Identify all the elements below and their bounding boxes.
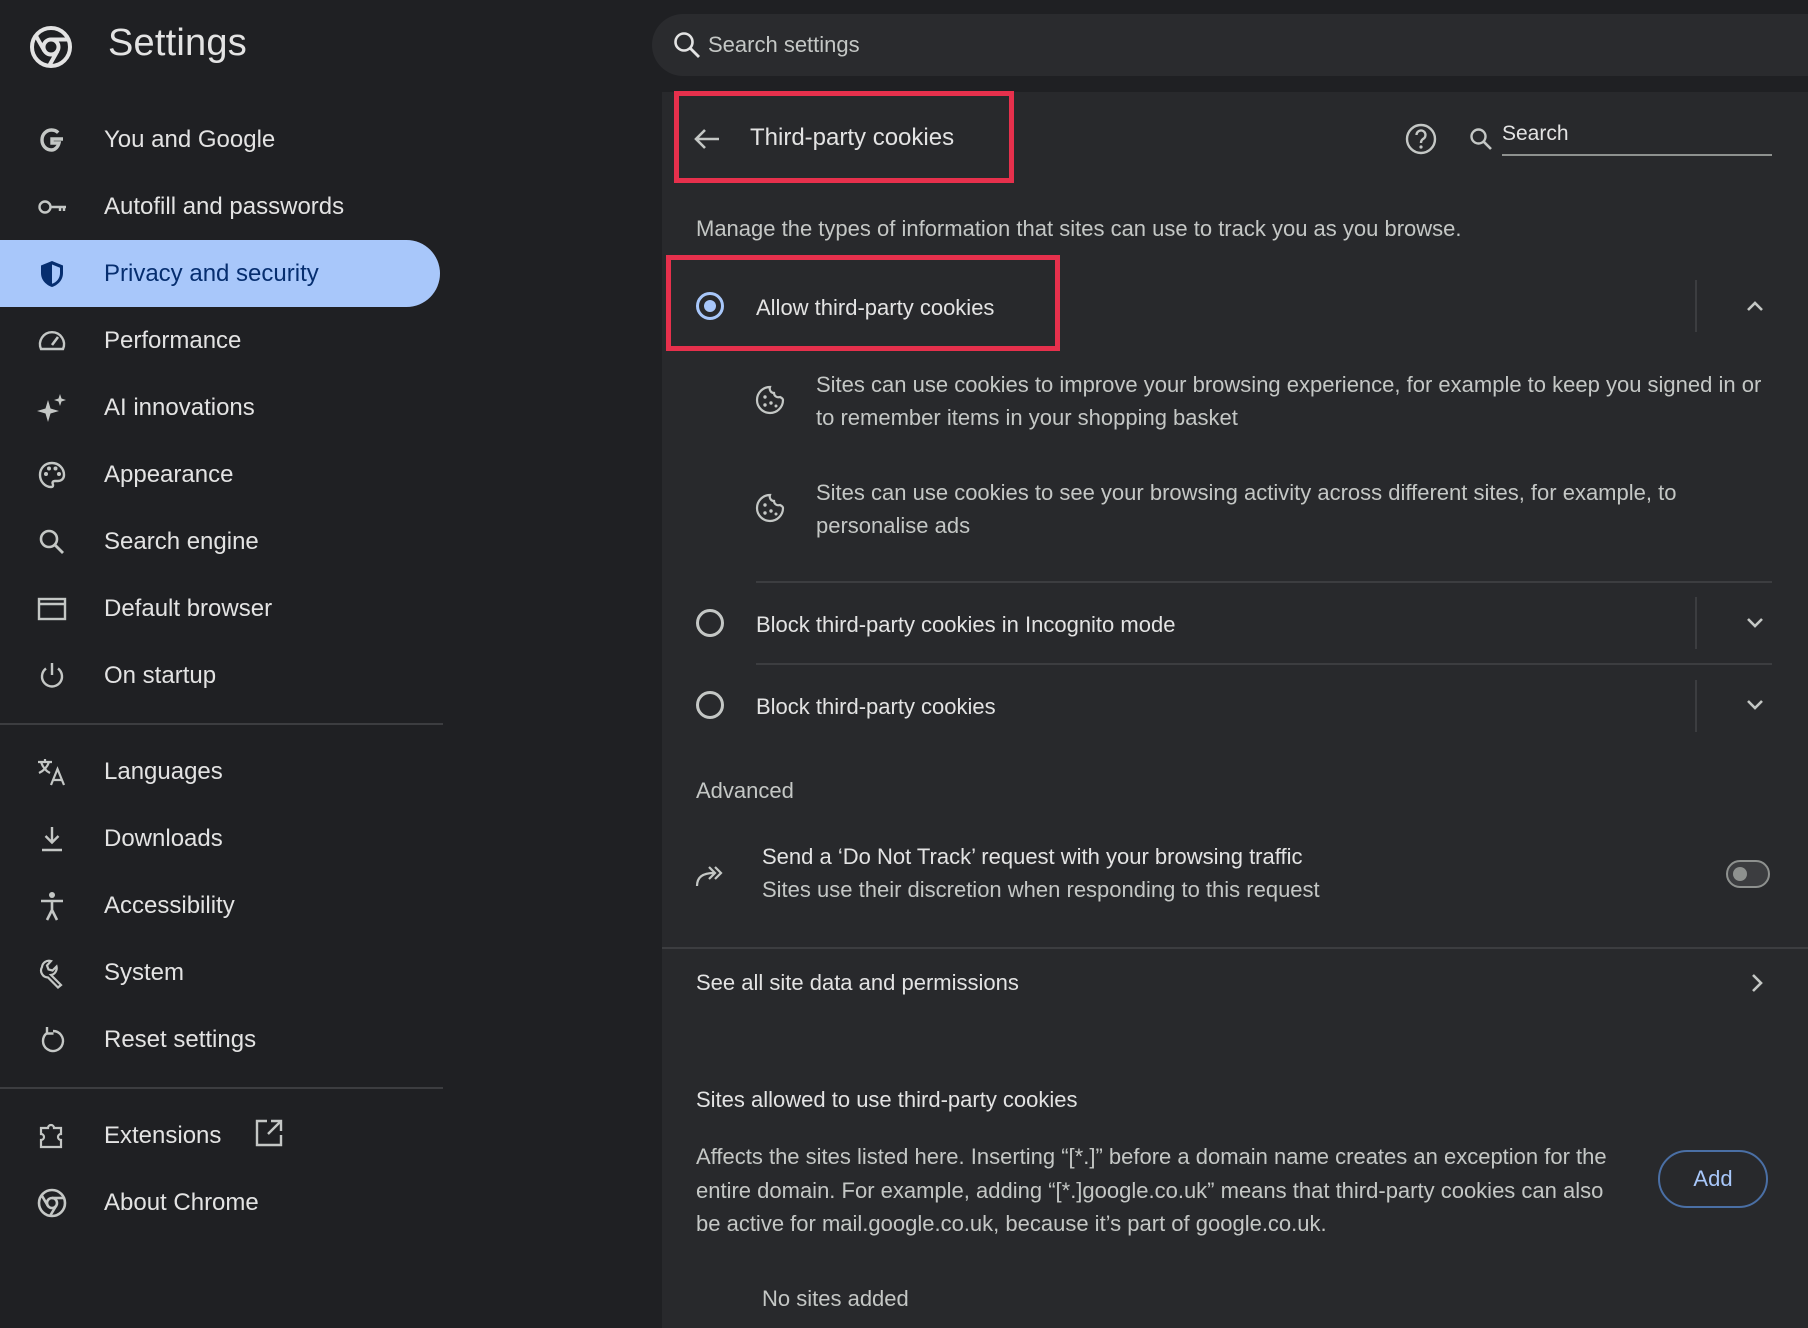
chevron-up-icon[interactable] <box>1742 293 1768 319</box>
chevron-down-icon[interactable] <box>1742 692 1768 718</box>
sidebar-item-accessibility[interactable]: Accessibility <box>0 872 440 939</box>
option-label[interactable]: Block third-party cookies <box>756 694 996 720</box>
sidebar-item-label: System <box>104 959 185 986</box>
see-all-site-data-row[interactable]: See all site data and permissions <box>662 944 1808 1024</box>
chevron-right-icon <box>1752 974 1763 992</box>
sidebar-item-label: Extensions <box>104 1122 222 1149</box>
search-icon <box>39 529 64 554</box>
search-icon <box>674 32 700 58</box>
sidebar-item-privacy[interactable]: Privacy and security <box>0 240 440 307</box>
power-icon <box>40 663 64 688</box>
accessibility-icon <box>41 892 63 921</box>
option-label[interactable]: Block third-party cookies in Incognito m… <box>756 612 1175 638</box>
sparkle-icon <box>37 394 66 422</box>
sidebar-item-system[interactable]: System <box>0 939 440 1006</box>
sidebar-item-you-and-google[interactable]: You and Google <box>0 106 440 173</box>
sidebar-item-ai-innovations[interactable]: AI innovations <box>0 374 440 441</box>
radio-block-incognito[interactable] <box>696 609 724 637</box>
sidebar-item-label: Accessibility <box>104 892 235 919</box>
sidebar-item-label: About Chrome <box>104 1189 259 1216</box>
help-icon[interactable] <box>1404 122 1438 156</box>
sidebar-item-label: Performance <box>104 327 242 354</box>
dnt-title: Send a ‘Do Not Track’ request with your … <box>762 844 1303 869</box>
puzzle-icon <box>39 1123 63 1149</box>
settings-search-bar[interactable] <box>652 14 1808 76</box>
browser-window-icon <box>37 597 67 621</box>
settings-panel: Third-party cookies Manage the types of … <box>662 91 1808 1328</box>
sidebar-item-about-chrome[interactable]: About Chrome <box>0 1169 440 1236</box>
radio-allow-third-party-cookies[interactable] <box>696 292 724 320</box>
chrome-logo-icon <box>30 26 72 68</box>
sidebar-item-label: Reset settings <box>104 1026 257 1053</box>
wrench-icon <box>39 959 63 989</box>
sidebar-item-label: On startup <box>104 662 217 689</box>
chevron-down-icon[interactable] <box>1742 610 1768 636</box>
divider <box>1695 597 1697 649</box>
advanced-heading: Advanced <box>696 778 794 803</box>
divider <box>756 581 1772 583</box>
sidebar-item-label: Default browser <box>104 595 273 622</box>
app-title: Settings <box>108 22 247 64</box>
sidebar-item-on-startup[interactable]: On startup <box>0 642 440 709</box>
page-title: Third-party cookies <box>750 124 955 151</box>
settings-search-input[interactable] <box>708 24 1708 66</box>
allowed-sites-heading: Sites allowed to use third-party cookies <box>696 1087 1078 1112</box>
sidebar-item-autofill[interactable]: Autofill and passwords <box>0 173 440 240</box>
reset-icon <box>41 1027 65 1053</box>
search-icon <box>1470 128 1492 150</box>
see-all-site-data-link[interactable]: See all site data and permissions <box>696 970 1019 996</box>
sidebar: You and Google Autofill and passwords Pr… <box>0 92 660 1328</box>
sidebar-item-label: Downloads <box>104 825 223 852</box>
download-icon <box>42 827 62 852</box>
sidebar-item-performance[interactable]: Performance <box>0 307 440 374</box>
sidebar-item-label: You and Google <box>104 126 276 153</box>
sidebar-item-reset-settings[interactable]: Reset settings <box>0 1006 440 1073</box>
sidebar-divider <box>0 723 443 725</box>
option-label[interactable]: Allow third-party cookies <box>756 295 994 321</box>
key-icon <box>38 200 66 214</box>
panel-search-input[interactable] <box>1502 114 1772 156</box>
sidebar-item-label: Languages <box>104 758 223 785</box>
translate-icon <box>38 759 66 786</box>
divider <box>1695 680 1697 732</box>
sidebar-item-label: AI innovations <box>104 394 255 421</box>
empty-sites-label: No sites added <box>762 1286 909 1311</box>
cookie-icon <box>755 385 785 415</box>
sidebar-item-label: Appearance <box>104 461 234 488</box>
sidebar-item-appearance[interactable]: Appearance <box>0 441 440 508</box>
sidebar-item-label: Search engine <box>104 528 259 555</box>
sidebar-item-languages[interactable]: Languages <box>0 738 440 805</box>
add-site-button[interactable]: Add <box>1658 1150 1768 1208</box>
sidebar-item-label: Privacy and security <box>104 260 319 287</box>
back-arrow-icon[interactable] <box>692 124 722 154</box>
sidebar-item-search-engine[interactable]: Search engine <box>0 508 440 575</box>
do-not-track-icon <box>695 866 723 887</box>
allow-detail-text: Sites can use cookies to see your browsi… <box>816 480 1677 538</box>
google-g-icon <box>40 128 63 152</box>
speedometer-icon <box>38 331 66 351</box>
cookie-icon <box>755 493 785 523</box>
sidebar-item-extensions[interactable]: Extensions <box>0 1102 440 1169</box>
allowed-sites-description: Affects the sites listed here. Inserting… <box>696 1144 1607 1236</box>
page-description: Manage the types of information that sit… <box>696 216 1462 241</box>
sidebar-item-default-browser[interactable]: Default browser <box>0 575 440 642</box>
radio-block-third-party-cookies[interactable] <box>696 691 724 719</box>
dnt-toggle[interactable] <box>1726 860 1770 888</box>
dnt-subtitle: Sites use their discretion when respondi… <box>762 877 1320 902</box>
divider <box>1695 280 1697 332</box>
divider <box>756 663 1772 665</box>
palette-icon <box>38 461 66 489</box>
chrome-logo-icon <box>37 1188 67 1218</box>
sidebar-divider <box>0 1087 443 1089</box>
sidebar-item-downloads[interactable]: Downloads <box>0 805 440 872</box>
external-link-icon <box>255 1119 283 1147</box>
top-bar: Settings <box>0 0 1808 92</box>
allow-detail-text: Sites can use cookies to improve your br… <box>816 372 1762 430</box>
sidebar-item-label: Autofill and passwords <box>104 193 345 220</box>
shield-icon <box>41 261 63 287</box>
